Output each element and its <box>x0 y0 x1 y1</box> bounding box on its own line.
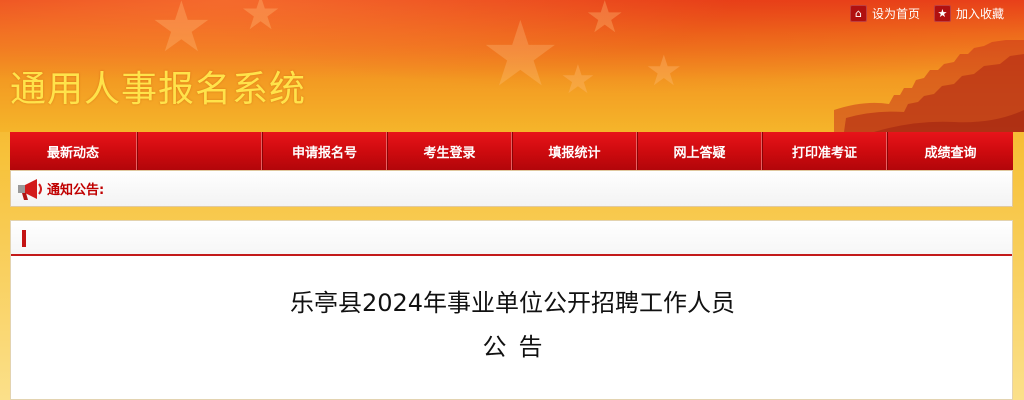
home-icon: ⌂ <box>849 5 867 22</box>
nav-item-online-qa[interactable]: 网上答疑 <box>637 132 762 170</box>
panel-header <box>11 221 1012 256</box>
decor-star: ★ <box>150 0 213 68</box>
star-icon: ★ <box>933 5 951 22</box>
megaphone-icon <box>18 178 42 200</box>
notice-bar: 通知公告: <box>10 170 1013 207</box>
header-banner: ★ ★ ★ ★ ★ ★ ⌂ 设为首页 ★ 加入收藏 通用人事报名系统 <box>0 0 1024 132</box>
nav-item-registration-stats[interactable]: 填报统计 <box>512 132 637 170</box>
decor-star: ★ <box>480 2 561 107</box>
decor-star: ★ <box>585 0 625 43</box>
nav-item-latest-news[interactable]: 最新动态 <box>10 132 137 170</box>
content-panel: 乐亭县2024年事业单位公开招聘工作人员 公告 <box>10 220 1013 400</box>
great-wall-illustration <box>834 40 1024 132</box>
nav-item-apply-number[interactable]: 申请报名号 <box>262 132 387 170</box>
nav-item-candidate-login[interactable]: 考生登录 <box>387 132 512 170</box>
main-nav: 最新动态 申请报名号 考生登录 填报统计 网上答疑 打印准考证 成绩查询 <box>10 132 1013 170</box>
decor-star: ★ <box>240 0 282 40</box>
top-links: ⌂ 设为首页 ★ 加入收藏 <box>849 5 1004 22</box>
panel-header-marker <box>22 230 26 247</box>
decor-star: ★ <box>645 46 683 95</box>
nav-item-print-admission-ticket[interactable]: 打印准考证 <box>762 132 887 170</box>
article-subtitle: 公告 <box>482 333 555 361</box>
decor-star: ★ <box>560 57 596 103</box>
notice-label: 通知公告: <box>47 183 105 198</box>
site-title: 通用人事报名系统 <box>10 69 307 110</box>
article-title: 乐亭县2024年事业单位公开招聘工作人员 <box>289 289 736 317</box>
nav-item-score-query[interactable]: 成绩查询 <box>887 132 1013 170</box>
add-favorite-link[interactable]: ★ 加入收藏 <box>933 5 1004 22</box>
set-homepage-link[interactable]: ⌂ 设为首页 <box>849 5 920 22</box>
set-homepage-label: 设为首页 <box>871 7 920 21</box>
nav-item-blank[interactable] <box>137 132 262 170</box>
add-favorite-label: 加入收藏 <box>955 7 1004 21</box>
